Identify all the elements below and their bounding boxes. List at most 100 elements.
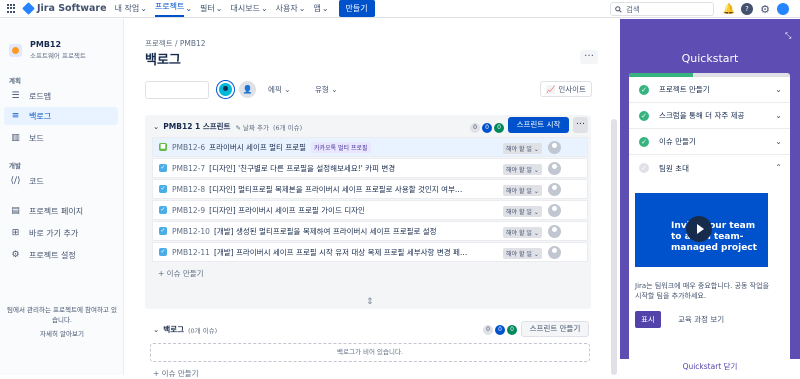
gear-icon[interactable]: ⚙ (759, 3, 771, 16)
add-shortcut-icon: ⊞ (11, 228, 20, 238)
nav-projects[interactable]: 프로젝트 (155, 1, 184, 17)
chart-icon: 📈 (546, 84, 556, 94)
issue-row[interactable]: ✓ PMB12-9 [디자인] 프라이버시 세이프 프로필 가이드 디자인 해야… (152, 200, 588, 220)
quickstart-panel: ⤡ Quickstart ✓ 프로젝트 만들기 ⌄ ✓ 스크럼을 통해 더 자주 제공… (620, 19, 800, 375)
quickstart-description: Jira는 팀워크에 매우 중요합니다. 공동 작업을 시작할 팀을 추가하세요… (635, 282, 770, 300)
nav-people[interactable]: 사용자 (276, 3, 298, 14)
plan-section-label: 계획 (9, 77, 21, 85)
backlog-issue-count: (0개 이슈) (188, 326, 218, 335)
code-icon: ⟨/⟩ (10, 176, 21, 186)
sprint-header[interactable]: ⌄ PMB12 1 스프린트 ✎ 날짜 추가 (6개 이슈) (153, 121, 306, 132)
avatar[interactable] (217, 81, 234, 98)
nav-my-work[interactable]: 내 작업 (115, 3, 140, 14)
check-icon: ✓ (639, 84, 649, 95)
search-input[interactable]: 검색 (610, 2, 714, 16)
search-backlog-input[interactable] (145, 81, 209, 99)
add-date-link[interactable]: ✎ 날짜 추가 (235, 122, 269, 132)
issue-row[interactable]: ✓ PMB12-7 [디자인] '친구별로 다른 프로필을 설정해보세요!' 카… (152, 158, 588, 178)
show-button[interactable]: 표시 (635, 311, 661, 328)
jira-logo[interactable]: Jira Software (22, 2, 107, 15)
check-icon: ✓ (639, 110, 649, 121)
nav-filters[interactable]: 필터 (200, 3, 215, 14)
more-actions-button[interactable]: … (580, 49, 598, 64)
top-icons: 🔔 ? ⚙ (723, 3, 789, 16)
checklist-item[interactable]: ✓ 프로젝트 만들기 ⌄ (629, 77, 790, 103)
play-icon[interactable] (686, 216, 712, 242)
sprint-name: PMB12 1 스프린트 (163, 122, 231, 131)
chevron-down-icon: ⌄ (153, 122, 160, 131)
issue-row[interactable]: ✓ PMB12-11 [개발] 프라이버시 세이프 프로필 시작 유저 대상 복… (152, 242, 588, 262)
backlog-name: 백로그 (163, 325, 184, 334)
collapse-icon[interactable]: ⤡ (785, 31, 791, 41)
sidebar-item-board[interactable]: ▥ 보드 (4, 129, 118, 147)
status-badge[interactable]: 해야 할 일 ⌄ (503, 164, 542, 175)
app-switcher-icon[interactable] (7, 4, 16, 13)
issue-row[interactable]: ✓ PMB12-8 [디자인] 멀티프로필 복제본을 프라이버시 세이프 프로필… (152, 179, 588, 199)
chevron-down-icon: ⌄ (185, 4, 193, 13)
assignee-avatar[interactable] (548, 141, 561, 154)
status-badge[interactable]: 해야 할 일 ⌄ (503, 143, 542, 154)
chevron-up-icon: ⌃ (775, 163, 782, 172)
task-icon: ✓ (159, 164, 167, 172)
assignee-avatar[interactable] (548, 246, 561, 259)
user-avatar[interactable] (777, 3, 789, 15)
sprint-more-button[interactable]: … (573, 117, 588, 133)
sidebar-item-backlog[interactable]: ≡ 백로그 (4, 107, 118, 125)
learn-course-link[interactable]: 교육 과정 보기 (678, 314, 724, 325)
close-quickstart-button[interactable]: Quickstart 닫기 (620, 359, 800, 375)
create-button[interactable]: 만들기 (338, 0, 375, 17)
add-people-icon[interactable]: 👤 (239, 81, 256, 98)
chevron-down-icon: ⌄ (215, 4, 223, 13)
chevron-down-icon: ⌄ (298, 4, 306, 13)
issue-label[interactable]: 카카오톡 멀티 프로필 (311, 141, 371, 153)
issue-row[interactable]: ✓ PMB12-10 [개발] 생성된 멀티프로필을 복제하여 프라이버시 세이… (152, 221, 588, 241)
quickstart-title: Quickstart (681, 52, 739, 65)
learn-more-link[interactable]: 자세히 알아보기 (0, 329, 124, 339)
epic-filter[interactable]: 에픽 ⌄ (268, 84, 290, 95)
task-icon: ✓ (159, 227, 167, 235)
dev-section-label: 개발 (9, 162, 21, 170)
drag-handle-icon[interactable]: ⇕ (366, 297, 374, 307)
page-title: 백로그 (145, 53, 181, 68)
chevron-down-icon: ⌄ (775, 111, 782, 120)
backlog-header[interactable]: ⌄ 백로그 (0개 이슈) (153, 324, 217, 335)
project-icon (9, 43, 22, 57)
status-badge[interactable]: 해야 할 일 ⌄ (503, 248, 542, 259)
assignee-avatar[interactable] (548, 183, 561, 196)
type-filter[interactable]: 유형 ⌄ (315, 84, 337, 95)
breadcrumb[interactable]: 프로젝트 / PMB12 (145, 38, 206, 49)
checklist-item[interactable]: ✓ 이슈 만들기 ⌄ (629, 129, 790, 155)
issue-row[interactable]: ■ PMB12-6 프라이버시 세이프 멀티 프로필 카카오톡 멀티 프로필 해… (152, 137, 588, 157)
status-badge[interactable]: 해야 할 일 ⌄ (503, 185, 542, 196)
chevron-down-icon: ⌄ (153, 325, 160, 334)
sidebar-item-roadmap[interactable]: ☰ 로드맵 (4, 87, 118, 105)
nav-apps[interactable]: 앱 (313, 3, 320, 14)
task-icon: ✓ (159, 206, 167, 214)
checklist-item[interactable]: ✓ 스크럼을 통해 더 자주 제공 ⌄ (629, 103, 790, 129)
start-sprint-button[interactable]: 스프린트 시작 (508, 117, 569, 133)
create-issue-button[interactable]: + 이슈 만들기 (158, 268, 204, 279)
status-badge[interactable]: 해야 할 일 ⌄ (503, 206, 542, 217)
sidebar-item-project-pages[interactable]: ▤ 프로젝트 페이지 (4, 202, 118, 220)
assignee-avatar[interactable] (548, 162, 561, 175)
insight-button[interactable]: 📈 인사이트 (540, 81, 592, 97)
main-content: 프로젝트 / PMB12 백로그 … 👤 에픽 ⌄ 유형 ⌄ 📈 인사이트 ⌄ P… (125, 19, 619, 378)
assignee-avatar[interactable] (548, 225, 561, 238)
nav-dashboards[interactable]: 대시보드 (230, 3, 259, 14)
help-icon[interactable]: ? (741, 3, 753, 15)
notifications-icon[interactable]: 🔔 (723, 3, 735, 15)
chevron-down-icon: ⌄ (140, 4, 147, 13)
task-icon: ✓ (159, 185, 167, 193)
chevron-down-icon: ⌄ (775, 85, 782, 94)
scrollbar[interactable] (611, 119, 617, 375)
backlog-create-issue-button[interactable]: + 이슈 만들기 (153, 368, 199, 379)
sidebar-item-add-shortcut[interactable]: ⊞ 바로 가기 추가 (4, 224, 118, 242)
sidebar-item-code[interactable]: ⟨/⟩ 코드 (4, 172, 118, 190)
checklist-item[interactable]: ✓ 팀원 초대 ⌃ (629, 155, 790, 181)
assignee-avatar[interactable] (548, 204, 561, 217)
sidebar-item-settings[interactable]: ⚙ 프로젝트 설정 (4, 246, 118, 264)
status-badge[interactable]: 해야 할 일 ⌄ (503, 227, 542, 238)
invite-video[interactable]: Invite your team to a Jira team-managed … (635, 193, 768, 267)
create-sprint-button[interactable]: 스프린트 만들기 (521, 321, 589, 337)
project-header[interactable]: PMB12 소프트웨어 프로젝트 (9, 40, 86, 60)
